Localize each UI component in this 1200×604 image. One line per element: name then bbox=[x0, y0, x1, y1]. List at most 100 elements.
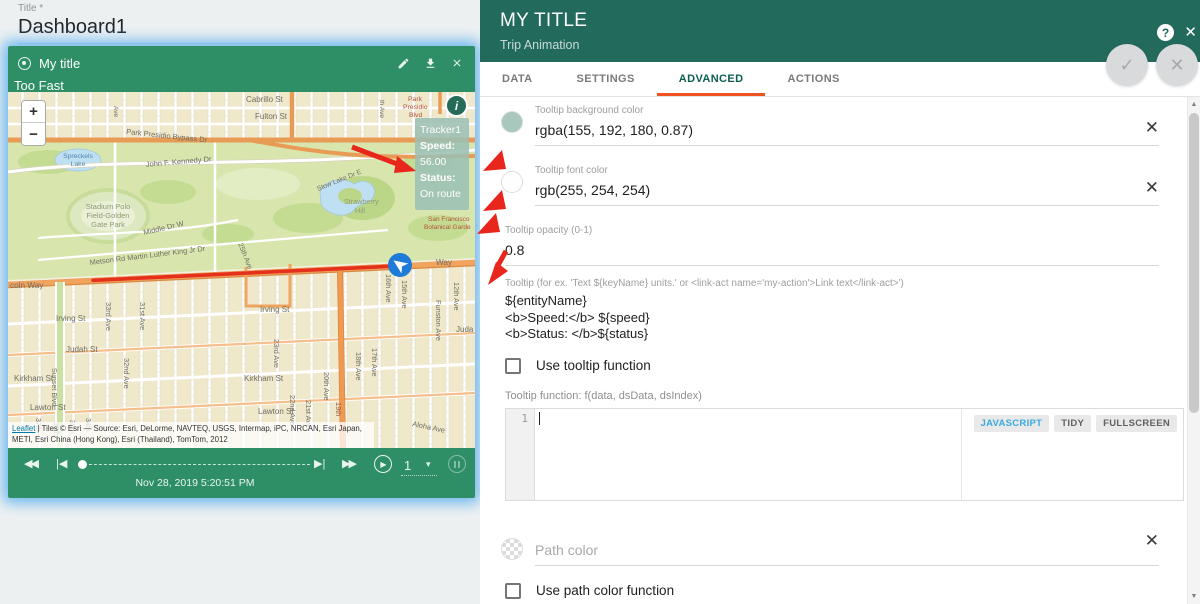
tidy-button[interactable]: TIDY bbox=[1054, 414, 1092, 432]
path-color-input[interactable]: Path color bbox=[535, 536, 1159, 566]
svg-text:Kirkham St: Kirkham St bbox=[14, 374, 54, 383]
close-widget-icon[interactable] bbox=[451, 57, 463, 69]
dashboard-title-value[interactable]: Dashboard1 bbox=[18, 16, 320, 39]
tooltip-bg-color-swatch[interactable] bbox=[501, 111, 523, 133]
attribution-text: | Tiles © Esri — Source: Esri, DeLorme, … bbox=[12, 424, 362, 445]
svg-text:Sunset Blvd: Sunset Blvd bbox=[50, 368, 59, 406]
svg-text:Botanical Garde: Botanical Garde bbox=[424, 224, 471, 231]
tooltip-opacity-input[interactable]: 0.8 bbox=[505, 236, 1159, 266]
svg-text:Park: Park bbox=[408, 96, 423, 103]
tooltip-status-value: On route bbox=[420, 188, 461, 200]
advanced-tab-content: Tooltip background color rgba(155, 192, … bbox=[480, 97, 1187, 604]
javascript-mode-button[interactable]: JAVASCRIPT bbox=[973, 414, 1050, 432]
dashboard-canvas[interactable]: Title * Dashboard1 My title Too Fast Cab… bbox=[0, 0, 480, 604]
tooltip-speed-value: 56.00 bbox=[420, 156, 447, 168]
fast-rewind-button[interactable]: ◀◀ bbox=[24, 457, 39, 470]
svg-text:Presidio: Presidio bbox=[403, 104, 428, 111]
svg-text:22nd Ave: 22nd Ave bbox=[288, 395, 297, 426]
speed-select-underline bbox=[401, 475, 437, 476]
tooltip-pattern-label: Tooltip (for ex. 'Text ${keyName} units.… bbox=[505, 278, 904, 289]
tab-settings[interactable]: SETTINGS bbox=[555, 62, 657, 96]
use-tooltip-function-label: Use tooltip function bbox=[536, 358, 651, 373]
speed-select-value[interactable]: 1 bbox=[404, 458, 411, 473]
use-path-color-function-checkbox[interactable] bbox=[505, 582, 521, 599]
clear-tooltip-bg-color-icon[interactable]: ✕ bbox=[1145, 119, 1159, 136]
tab-actions[interactable]: ACTIONS bbox=[765, 62, 861, 96]
widget-subtitle: Too Fast bbox=[14, 78, 64, 93]
timeline-controls: ◀◀ |◀ ▶| ▶▶ ▶ 1 ▾ Nov 28, 2019 5:20:51 P… bbox=[8, 448, 475, 498]
panel-scrollbar[interactable]: ▲ ▼ bbox=[1187, 97, 1200, 604]
discard-fab-button[interactable]: ✕ bbox=[1156, 44, 1198, 86]
settings-header: MY TITLE Trip Animation ? ✕ bbox=[480, 0, 1200, 62]
leaflet-link[interactable]: Leaflet bbox=[12, 424, 35, 433]
svg-text:Fulton St: Fulton St bbox=[255, 112, 288, 121]
svg-text:coln Way: coln Way bbox=[10, 281, 44, 290]
map-info-button[interactable]: i bbox=[445, 94, 468, 117]
tooltip-pattern-field: Tooltip (for ex. 'Text ${keyName} units.… bbox=[505, 266, 1159, 343]
map-attribution: Leaflet | Tiles © Esri — Source: Esri, D… bbox=[8, 422, 374, 448]
svg-text:Strawberry: Strawberry bbox=[344, 197, 379, 206]
svg-text:Irving St: Irving St bbox=[260, 305, 290, 314]
dashboard-title-field[interactable]: Title * Dashboard1 bbox=[18, 3, 320, 44]
apply-fab-button[interactable]: ✓ bbox=[1106, 44, 1148, 86]
trip-animation-widget[interactable]: My title Too Fast Cabrillo St Fulton St … bbox=[8, 46, 475, 498]
dashboard-title-underline bbox=[18, 43, 320, 44]
svg-text:Gate Park: Gate Park bbox=[91, 220, 125, 229]
tooltip-font-color-label: Tooltip font color bbox=[535, 165, 608, 176]
timeline-slider-knob[interactable] bbox=[78, 460, 87, 469]
help-icon[interactable]: ? bbox=[1157, 24, 1174, 41]
clear-tooltip-font-color-icon[interactable]: ✕ bbox=[1145, 179, 1159, 196]
tab-advanced[interactable]: ADVANCED bbox=[656, 62, 766, 96]
scroll-up-icon[interactable]: ▲ bbox=[1188, 101, 1200, 108]
leaflet-map[interactable]: Cabrillo St Fulton St Park Presidio Bypass… bbox=[8, 92, 475, 448]
download-icon[interactable] bbox=[424, 57, 437, 70]
map-tooltip: Tracker1 Speed: 56.00 Status: On route bbox=[415, 118, 469, 210]
tooltip-entity-name: Tracker1 bbox=[420, 124, 462, 136]
edit-icon[interactable] bbox=[397, 57, 410, 70]
close-settings-icon[interactable]: ✕ bbox=[1184, 23, 1197, 41]
zoom-in-button[interactable]: + bbox=[22, 101, 45, 123]
tooltip-font-color-input[interactable]: rgb(255, 254, 254) bbox=[535, 176, 1159, 206]
tooltip-font-color-swatch[interactable] bbox=[501, 171, 523, 193]
vehicle-marker[interactable] bbox=[387, 252, 413, 278]
svg-text:Way: Way bbox=[436, 258, 453, 267]
svg-text:Lawton St: Lawton St bbox=[30, 403, 66, 412]
tooltip-speed-label: Speed: bbox=[420, 140, 456, 152]
settings-title: MY TITLE bbox=[500, 10, 588, 31]
editor-gutter: 1 bbox=[506, 408, 535, 500]
use-tooltip-function-checkbox[interactable] bbox=[505, 357, 521, 374]
editor-caret bbox=[539, 411, 540, 425]
svg-text:Field-Golden: Field-Golden bbox=[87, 211, 130, 220]
use-path-color-function-checkbox-row[interactable]: Use path color function bbox=[505, 582, 1159, 599]
use-tooltip-function-checkbox-row[interactable]: Use tooltip function bbox=[505, 357, 1159, 374]
tooltip-bg-color-field: Tooltip background color rgba(155, 192, … bbox=[501, 97, 1159, 146]
tooltip-bg-color-input[interactable]: rgba(155, 192, 180, 0.87) bbox=[535, 116, 1159, 146]
scrollbar-thumb[interactable] bbox=[1189, 113, 1199, 413]
path-color-swatch[interactable] bbox=[501, 537, 523, 560]
speed-select-caret-icon[interactable]: ▾ bbox=[426, 459, 431, 470]
tooltip-function-editor[interactable]: 1 JAVASCRIPT TIDY FULLSCREEN bbox=[505, 407, 1184, 501]
tooltip-pattern-input[interactable]: ${entityName} <b>Speed:</b> ${speed} <b>… bbox=[505, 289, 1159, 343]
pause-button[interactable] bbox=[448, 455, 466, 473]
svg-text:32nd Ave: 32nd Ave bbox=[122, 358, 131, 389]
skip-previous-button[interactable]: |◀ bbox=[56, 457, 67, 470]
clear-path-color-icon[interactable]: ✕ bbox=[1145, 532, 1159, 549]
scroll-down-icon[interactable]: ▼ bbox=[1188, 593, 1200, 600]
svg-text:Ave: Ave bbox=[112, 106, 119, 117]
fast-forward-button[interactable]: ▶▶ bbox=[342, 457, 357, 470]
timeline-track[interactable] bbox=[84, 464, 310, 465]
svg-text:Funston Ave: Funston Ave bbox=[434, 300, 443, 341]
widget-bullseye-icon bbox=[18, 56, 31, 70]
fullscreen-button[interactable]: FULLSCREEN bbox=[1096, 414, 1177, 432]
editor-line-number: 1 bbox=[521, 411, 528, 425]
svg-text:San Francisco: San Francisco bbox=[428, 216, 470, 223]
svg-text:17th Ave: 17th Ave bbox=[370, 348, 379, 377]
tab-data[interactable]: DATA bbox=[480, 62, 555, 96]
play-button[interactable]: ▶ bbox=[374, 455, 392, 473]
path-color-field: Path color ✕ bbox=[501, 524, 1159, 566]
map-zoom-control: + − bbox=[21, 100, 46, 146]
svg-text:23rd Ave: 23rd Ave bbox=[272, 339, 281, 368]
skip-next-button[interactable]: ▶| bbox=[314, 457, 325, 470]
svg-text:Hill: Hill bbox=[355, 206, 365, 215]
zoom-out-button[interactable]: − bbox=[22, 123, 45, 145]
